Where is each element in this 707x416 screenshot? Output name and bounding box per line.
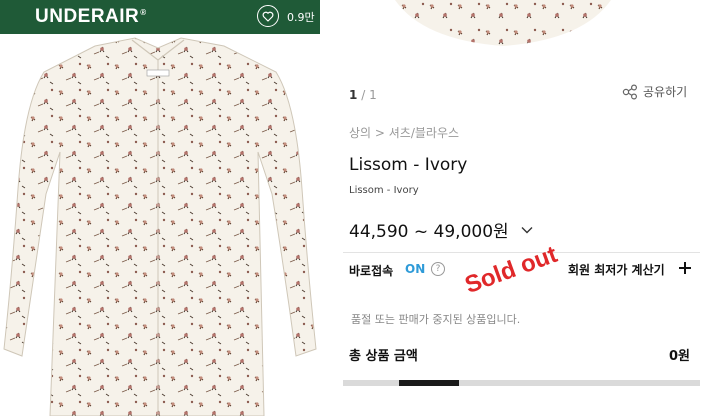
product-title: Lissom - Ivory (349, 155, 468, 175)
plus-icon[interactable] (679, 262, 691, 274)
help-icon[interactable]: ? (431, 262, 445, 276)
share-icon (622, 83, 638, 100)
member-price-calculator-link[interactable]: 회원 최저가 계산기 (568, 261, 665, 278)
registered-mark: ® (140, 7, 147, 17)
direct-access-status[interactable]: ON (405, 262, 425, 276)
brand-name: UNDERAIR (35, 6, 140, 27)
share-button[interactable]: 공유하기 (622, 83, 687, 100)
brand-header: UNDERAIR® 0.9만 (0, 0, 320, 34)
total-price-value: 0원 (669, 349, 691, 364)
horizontal-scrollbar[interactable] (343, 380, 700, 386)
panel-divider (320, 0, 343, 416)
like-count: 0.9만 (287, 11, 315, 24)
image-pager: 1 / 1 (349, 88, 377, 102)
product-gallery-panel: UNDERAIR® 0.9만 (0, 0, 320, 416)
price-range-toggle[interactable]: 44,590 ~ 49,000원 (349, 217, 533, 242)
product-subtitle: Lissom - Ivory (349, 185, 419, 196)
direct-access-label: 바로접속 (349, 264, 394, 278)
product-image-preview[interactable] (343, 0, 707, 62)
pager-total: 1 (369, 88, 377, 102)
product-image-shirt[interactable] (0, 34, 320, 416)
heart-icon (262, 11, 274, 22)
breadcrumb[interactable]: 상의 > 셔츠/블라우스 (349, 124, 459, 141)
total-price-label: 총 상품 금액 (349, 349, 418, 364)
chevron-down-icon (521, 226, 533, 233)
share-label: 공유하기 (643, 85, 688, 99)
pager-separator: / (361, 88, 366, 102)
sold-out-stamp: Sold out (461, 240, 561, 300)
pager-current: 1 (349, 88, 358, 102)
scrollbar-thumb[interactable] (399, 380, 459, 386)
like-button[interactable] (257, 5, 279, 27)
price-range: 44,590 ~ 49,000원 (349, 222, 509, 242)
product-detail-panel: 1 / 1 공유하기 상의 > 셔츠/블라우스 Lissom - Ivory L… (343, 0, 707, 416)
sold-out-notice: 품절 또는 판매가 중지된 상품입니다. (351, 313, 521, 326)
brand-logo[interactable]: UNDERAIR® (35, 6, 147, 28)
